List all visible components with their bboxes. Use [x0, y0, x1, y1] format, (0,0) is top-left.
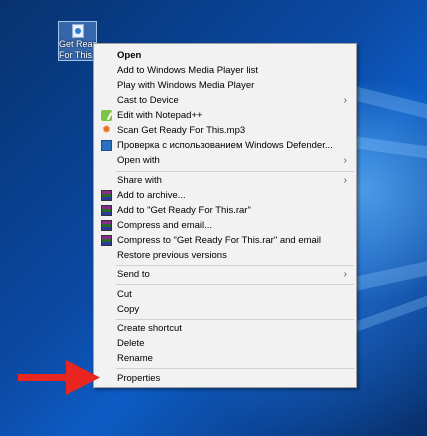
- menu-item-label: Properties: [117, 373, 161, 384]
- menu-item-label: Copy: [117, 304, 140, 315]
- context-menu: Open Add to Windows Media Player list Pl…: [93, 43, 357, 388]
- audio-file-icon: [71, 24, 84, 38]
- menu-item-open[interactable]: Open: [94, 48, 356, 63]
- menu-item-cast-to-device[interactable]: Cast to Device ›: [94, 93, 356, 108]
- menu-item-scan[interactable]: ✹ Scan Get Ready For This.mp3: [94, 123, 356, 138]
- menu-separator: [116, 284, 354, 285]
- menu-item-cut[interactable]: Cut: [94, 287, 356, 302]
- desktop-file-label-line2: For This.r: [59, 50, 96, 60]
- windows-defender-icon: [101, 140, 112, 151]
- menu-item-create-shortcut[interactable]: Create shortcut: [94, 321, 356, 336]
- menu-item-properties[interactable]: Properties: [94, 371, 356, 386]
- menu-item-label: Compress and email...: [117, 220, 213, 231]
- menu-item-compress-to-rar-email[interactable]: Compress to "Get Ready For This.rar" and…: [94, 233, 356, 248]
- desktop-file-icon[interactable]: Get Ready For This.r: [58, 21, 97, 61]
- winrar-icon: [101, 235, 112, 246]
- menu-item-edit-notepad[interactable]: Edit with Notepad++: [94, 108, 356, 123]
- menu-item-label: Cast to Device: [117, 95, 179, 106]
- avast-scan-icon: ✹: [101, 124, 112, 136]
- chevron-right-icon: ›: [343, 175, 347, 186]
- menu-item-label: Scan Get Ready For This.mp3: [117, 125, 246, 136]
- menu-item-label: Restore previous versions: [117, 250, 227, 261]
- menu-item-label: Open: [117, 50, 142, 61]
- red-pointer-arrow-icon: [18, 360, 100, 395]
- menu-item-label: Rename: [117, 353, 153, 364]
- chevron-right-icon: ›: [343, 155, 347, 166]
- chevron-right-icon: ›: [343, 95, 347, 106]
- menu-item-label: Edit with Notepad++: [117, 110, 203, 121]
- menu-item-label: Add to Windows Media Player list: [117, 65, 258, 76]
- menu-item-compress-and-email[interactable]: Compress and email...: [94, 218, 356, 233]
- menu-item-windows-defender[interactable]: Проверка с использованием Windows Defend…: [94, 138, 356, 153]
- menu-item-label: Delete: [117, 338, 145, 349]
- menu-item-label: Cut: [117, 289, 132, 300]
- menu-item-rename[interactable]: Rename: [94, 351, 356, 366]
- desktop-file-label-line1: Get Ready: [59, 39, 96, 49]
- menu-item-label: Share with: [117, 175, 162, 186]
- menu-separator: [116, 265, 354, 266]
- menu-item-add-to-archive[interactable]: Add to archive...: [94, 188, 356, 203]
- chevron-right-icon: ›: [343, 269, 347, 280]
- menu-item-send-to[interactable]: Send to ›: [94, 267, 356, 282]
- menu-item-label: Create shortcut: [117, 323, 182, 334]
- menu-item-label: Проверка с использованием Windows Defend…: [117, 140, 333, 151]
- winrar-icon: [101, 190, 112, 201]
- notepad-plus-icon: [101, 110, 112, 121]
- menu-item-label: Play with Windows Media Player: [117, 80, 255, 91]
- menu-separator: [116, 319, 354, 320]
- menu-item-label: Compress to "Get Ready For This.rar" and…: [117, 235, 322, 246]
- menu-item-label: Add to archive...: [117, 190, 186, 201]
- menu-item-add-to-rar[interactable]: Add to "Get Ready For This.rar": [94, 203, 356, 218]
- winrar-icon: [101, 220, 112, 231]
- menu-item-open-with[interactable]: Open with ›: [94, 153, 356, 168]
- menu-item-restore-previous-versions[interactable]: Restore previous versions: [94, 248, 356, 263]
- menu-item-delete[interactable]: Delete: [94, 336, 356, 351]
- menu-item-label: Add to "Get Ready For This.rar": [117, 205, 251, 216]
- menu-item-label: Send to: [117, 269, 150, 280]
- menu-separator: [116, 171, 354, 172]
- menu-separator: [116, 368, 354, 369]
- menu-item-copy[interactable]: Copy: [94, 302, 356, 317]
- menu-item-share-with[interactable]: Share with ›: [94, 173, 356, 188]
- menu-item-play-with-wmp[interactable]: Play with Windows Media Player: [94, 78, 356, 93]
- winrar-icon: [101, 205, 112, 216]
- menu-item-label: Open with: [117, 155, 160, 166]
- menu-item-add-to-wmp-list[interactable]: Add to Windows Media Player list: [94, 63, 356, 78]
